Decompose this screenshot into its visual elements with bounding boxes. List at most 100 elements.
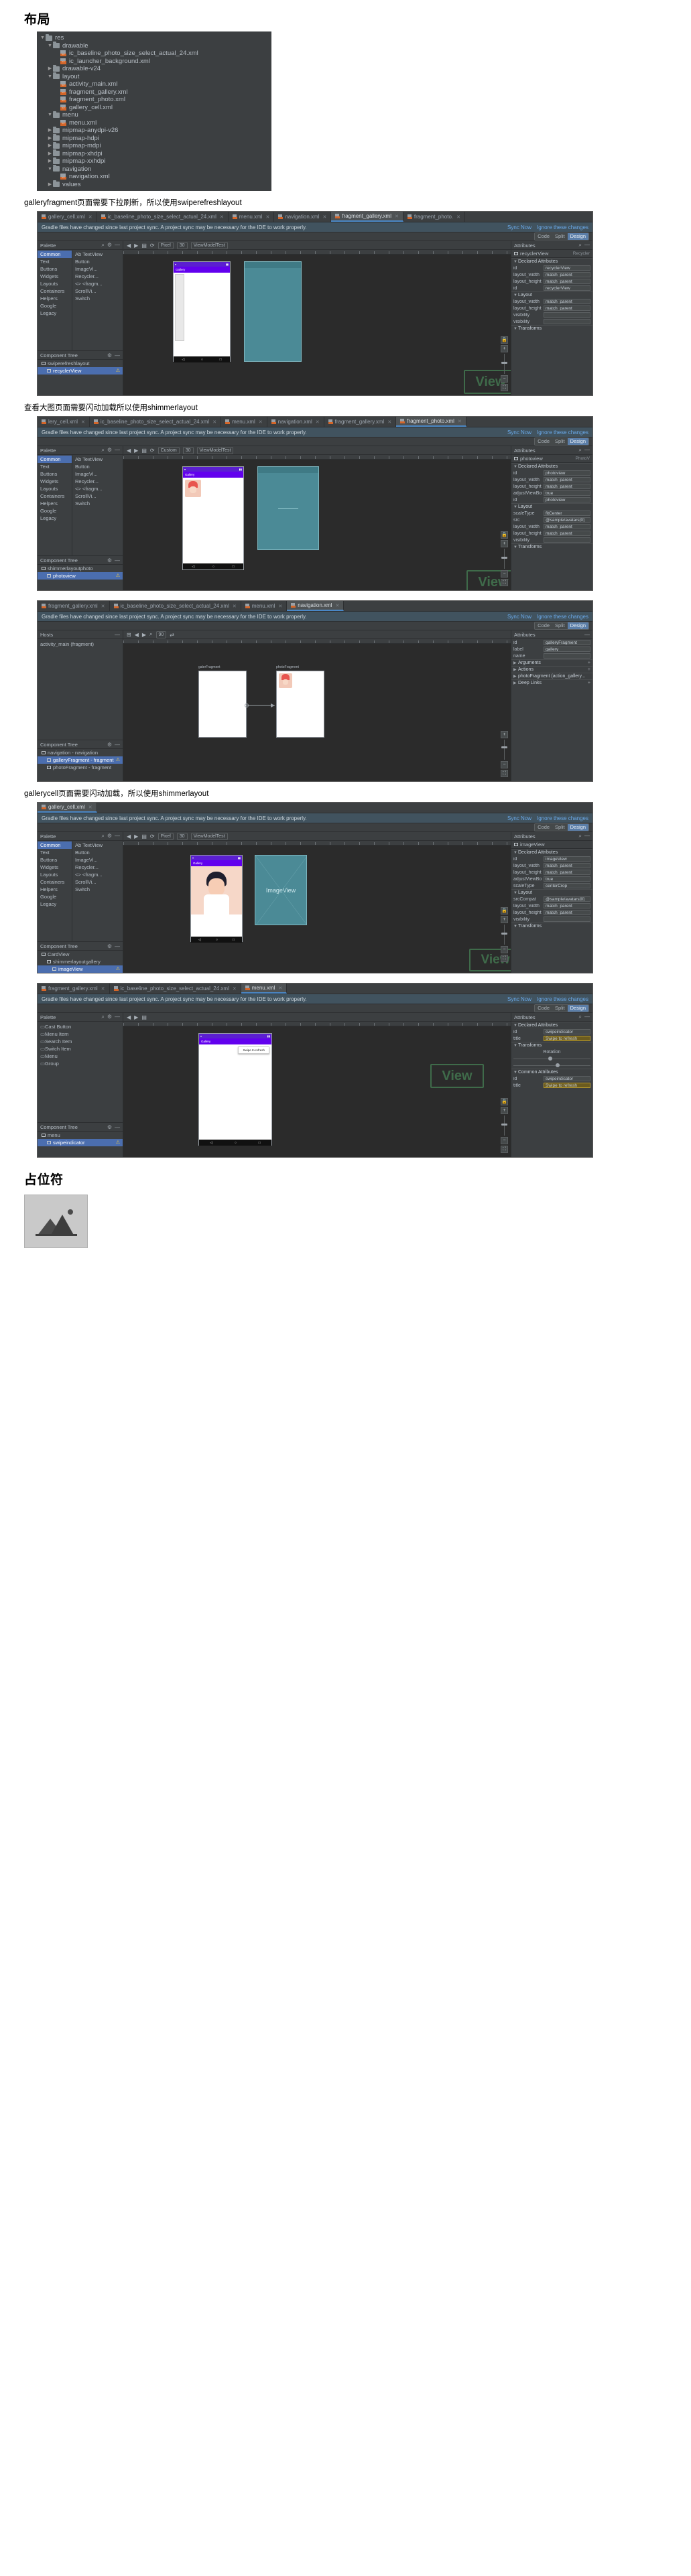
zoom-out-icon-3[interactable]: − [501, 761, 508, 769]
close-icon[interactable]: ✕ [101, 604, 105, 609]
sync-now-link-2[interactable]: Sync Now [507, 429, 531, 435]
file-tree-item[interactable]: ▶ mipmap-xhdpi [37, 149, 271, 158]
component-tree-row[interactable]: swipeindicator ⚠ [38, 1139, 123, 1147]
zoom-in-icon-2[interactable]: + [501, 540, 508, 548]
close-icon[interactable]: ✕ [212, 419, 216, 425]
palette-widget-item[interactable]: ImageVi... [72, 856, 123, 864]
attribute-value-input[interactable]: photoview [544, 497, 590, 503]
palette-items-1[interactable]: Ab TextView Button ImageVi... Recycler... <>… [72, 250, 123, 350]
editor-tabbar-5[interactable]: fragment_gallery.xml ✕ ic_baseline_photo_s… [38, 984, 592, 995]
component-tree-row[interactable]: imageView ⚠ [38, 965, 123, 973]
ignore-changes-link[interactable]: Ignore these changes [537, 224, 588, 230]
editor-mode-bar-2[interactable]: Code Split Design [38, 437, 592, 447]
attribute-row[interactable]: layout_width match_parent [511, 862, 592, 869]
collapse-arrow-icon[interactable]: ▶ [47, 128, 53, 133]
component-tree-row[interactable]: galleryFragment - fragment ⚠ [38, 756, 123, 764]
add-icon[interactable]: + [588, 661, 590, 665]
gear-icon-ct-1[interactable]: ⚙ [107, 352, 112, 358]
attribute-value-input[interactable]: match_parent [544, 531, 590, 537]
mode-split-3[interactable]: Split [552, 622, 568, 630]
attribute-value-input[interactable]: match_parent [544, 299, 590, 305]
canvas-stage-4[interactable]: ▾▮▮ Gallery ◁○□ ImageView [123, 845, 511, 972]
canvas-toolbar-1[interactable]: ◀ ▶ ▤ ⟳ Pixel 30 ViewModelTest [123, 241, 511, 251]
palette-widget-item[interactable]: <> <fragm... [72, 280, 123, 287]
close-icon[interactable]: ✕ [101, 986, 105, 992]
zoom-controls-4[interactable]: 🔒 + − ⛶ [501, 907, 508, 963]
palette-items-4[interactable]: Ab TextView Button ImageVi... Recycler... <>… [72, 841, 123, 941]
editor-mode-switch-2[interactable]: Code Split Design [534, 437, 589, 446]
editor-tab[interactable]: ic_baseline_photo_size_select_actual_24.… [109, 601, 241, 612]
forward-icon-1[interactable]: ▶ [134, 243, 138, 249]
rotation-slider[interactable] [511, 1062, 592, 1069]
file-tree-item[interactable]: <> navigation.xml [37, 173, 271, 181]
forward-icon-4[interactable]: ▶ [134, 833, 138, 839]
attribute-value-input[interactable] [544, 537, 590, 543]
attribute-row[interactable]: layout_height match_parent [511, 869, 592, 876]
component-tree-row[interactable]: swiperefreshlayout [38, 360, 123, 367]
close-icon[interactable]: ✕ [88, 805, 92, 810]
attribute-value-input[interactable]: match_parent [544, 903, 590, 909]
file-tree-item[interactable]: ▶ mipmap-anydpi-v26 [37, 126, 271, 135]
mode-split-2[interactable]: Split [552, 438, 568, 446]
attribute-row[interactable]: visibility [511, 537, 592, 543]
editor-tab[interactable]: ic_baseline_photo_size_select_actual_24.… [89, 417, 222, 427]
close-icon[interactable]: ✕ [456, 214, 460, 220]
attribute-section-header[interactable]: ▼Layout [511, 889, 592, 896]
file-tree-item[interactable]: <> menu.xml [37, 119, 271, 127]
palette-widget-item[interactable]: ScrollVi... [72, 287, 123, 295]
ide-window-fragment-gallery[interactable]: gallery_cell.xml ✕ ic_baseline_photo_size_… [37, 211, 593, 397]
attribute-value-input[interactable]: photoview [544, 470, 590, 476]
attribute-value-input[interactable]: @sample/avatars[0] [544, 517, 590, 523]
hosts-panel-3[interactable]: Hosts — activity_main (fragment) Compone… [38, 630, 123, 782]
palette-widget-item[interactable]: Recycler... [72, 864, 123, 871]
attribute-rows-5[interactable]: ▼Declared Attributes id swipeindicator titl… [511, 1022, 592, 1089]
attribute-section-header[interactable]: ▼Declared Attributes [511, 463, 592, 470]
palette-widget-item[interactable]: Recycler... [72, 273, 123, 280]
auto-arrange-icon-3[interactable]: ⇄ [170, 632, 174, 638]
zoom-fit-icon-3[interactable]: ⛶ [501, 770, 508, 778]
ignore-changes-link-2[interactable]: Ignore these changes [537, 429, 588, 435]
palette-menu-item[interactable]: ▭Switch Item [38, 1045, 123, 1053]
zoom-slider-3[interactable] [501, 740, 507, 760]
zoom-in-icon-1[interactable]: + [501, 345, 508, 353]
attribute-row[interactable]: visibility [511, 916, 592, 923]
attribute-row[interactable]: src @sample/avatars[0] [511, 517, 592, 523]
blueprint-preview-4[interactable]: ImageView [255, 855, 307, 926]
attribute-value-input[interactable]: true [544, 876, 590, 882]
zoom-slider-5[interactable] [501, 1115, 507, 1136]
attribute-row[interactable]: visibility [511, 318, 592, 325]
editor-tab[interactable]: fragment_gallery.xml ✕ [38, 601, 110, 612]
editor-tabbar-3[interactable]: fragment_gallery.xml ✕ ic_baseline_photo_s… [38, 601, 592, 612]
blueprint-preview-1[interactable] [244, 261, 302, 362]
zoom-fit-icon-4[interactable]: ⛶ [501, 955, 508, 963]
back-icon-1[interactable]: ◀ [127, 243, 131, 249]
attributes-panel-4[interactable]: Attributes ⌕ — imageView ▼Declared Attrib… [511, 832, 592, 973]
attribute-row[interactable]: id recyclerView [511, 265, 592, 271]
zoom-icon-3[interactable]: ⌕ [149, 631, 152, 638]
ide-window-gallery-cell[interactable]: gallery_cell.xml ✕ Gradle files have chan… [37, 802, 593, 974]
editor-tab[interactable]: ic_baseline_photo_size_select_actual_24.… [97, 212, 229, 222]
editor-tab[interactable]: fragment_gallery.xml ✕ [331, 212, 403, 222]
close-icon[interactable]: ✕ [265, 214, 269, 220]
palette-menu-items-5[interactable]: ▭Cast Button ▭Menu Item ▭Search Item ▭Switc… [38, 1022, 123, 1122]
file-tree-item[interactable]: ▶ mipmap-hdpi [37, 134, 271, 143]
nav-node-gallery[interactable] [198, 671, 247, 738]
ide-window-navigation[interactable]: fragment_gallery.xml ✕ ic_baseline_photo_s… [37, 600, 593, 783]
palette-items-2[interactable]: Ab TextView Button ImageVi... Recycler... <>… [72, 455, 123, 555]
back-icon-5[interactable]: ◀ [127, 1014, 131, 1020]
close-icon[interactable]: ✕ [335, 603, 339, 608]
palette-widget-item[interactable]: ScrollVi... [72, 878, 123, 886]
palette-category[interactable]: Common [38, 251, 72, 259]
palette-category[interactable]: Widgets [38, 478, 72, 485]
lock-icon-4[interactable]: 🔒 [501, 907, 508, 915]
close-icon[interactable]: ✕ [233, 604, 237, 609]
expand-arrow-icon[interactable]: ▼ [47, 113, 53, 117]
minimize-icon-ct-5[interactable]: — [115, 1124, 120, 1130]
zoom-slider-2[interactable] [501, 549, 507, 569]
ignore-changes-link-5[interactable]: Ignore these changes [537, 996, 588, 1002]
search-icon-attr-2[interactable]: ⌕ [579, 447, 582, 454]
palette-category[interactable]: Buttons [38, 470, 72, 478]
attribute-section-header[interactable]: ▼Transforms [511, 325, 592, 332]
minimize-icon-attr-4[interactable]: — [584, 833, 590, 839]
add-icon[interactable]: + [588, 667, 590, 672]
